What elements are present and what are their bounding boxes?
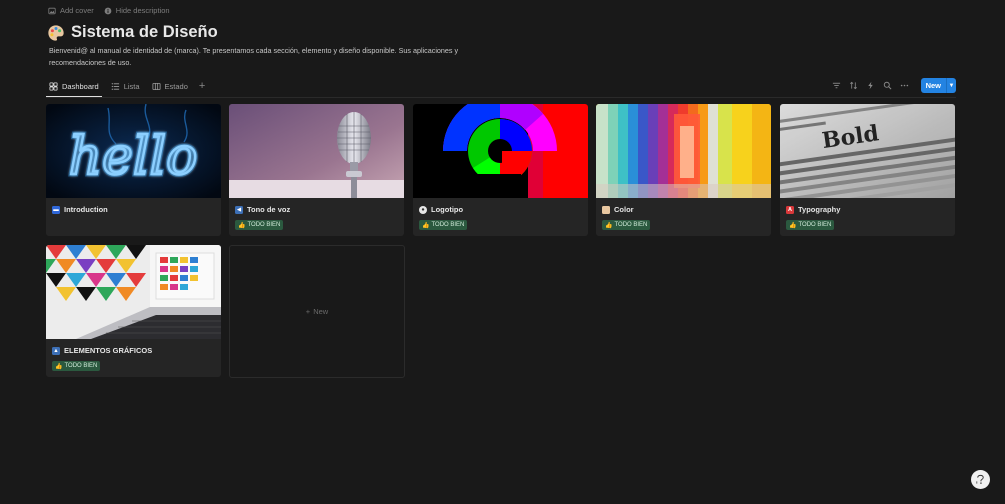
card-title-text: Color [614,205,634,214]
tab-estado-label: Estado [164,81,188,91]
card-title: ● Logotipo [419,205,463,214]
help-icon [976,474,984,484]
chevron-down-icon[interactable]: ▼ [946,78,956,93]
add-cover-button[interactable]: Add cover [48,6,94,15]
document-icon: ▬ [52,205,60,214]
search-icon[interactable] [883,81,892,90]
thumbs-up-icon: 👍 [605,222,613,229]
gallery-card[interactable]: Color 👍 TODO BIEN [596,104,771,236]
new-button-group: New ▼ [920,78,956,93]
info-icon [104,7,112,14]
speaker-icon: ◀ [235,205,243,214]
card-title: ▲ ELEMENTOS GRÁFICOS [52,346,152,355]
thumbs-up-icon: 👍 [789,222,797,229]
grid-icon [49,81,58,91]
view-toolbar: New ▼ [832,78,956,93]
gallery-card[interactable]: ● Logotipo 👍 TODO BIEN [413,104,588,236]
card-cover-image [596,104,771,198]
view-divider [46,97,956,98]
gallery-card[interactable]: hello hello ▬ Introduction [46,104,221,236]
new-card-button[interactable]: + New [229,245,405,378]
card-cover-image: Bold [780,104,955,198]
table-icon [152,82,161,90]
tab-dashboard[interactable]: Dashboard [46,78,102,97]
palette-icon[interactable] [47,24,65,42]
list-icon [111,82,119,90]
card-title-text: Typography [798,205,841,214]
card-title: A Typography [786,205,840,214]
logo-icon: ● [419,205,427,214]
tab-estado[interactable]: Estado [149,78,191,94]
card-title-text: Tono de voz [247,205,291,214]
gallery-card[interactable]: ▲ ELEMENTOS GRÁFICOS 👍 TODO BIEN [46,245,221,377]
type-icon: A [786,205,794,214]
card-cover-image [229,104,404,198]
page-header-actions: Add cover Hide description [48,6,170,15]
page-title-row: Sistema de Diseño [47,23,218,42]
card-title-text: Logotipo [431,205,464,214]
view-tabs-bar: Dashboard Lista Estado + New ▼ [46,78,956,97]
status-badge: 👍 TODO BIEN [52,361,101,371]
tab-dashboard-label: Dashboard [62,81,99,91]
filter-icon[interactable] [832,81,841,90]
card-title-text: Introduction [64,205,108,214]
status-badge: 👍 TODO BIEN [235,220,284,230]
add-view-button[interactable]: + [199,80,205,92]
card-title: ◀ Tono de voz [235,205,290,214]
card-title-text: ELEMENTOS GRÁFICOS [64,346,153,355]
sort-icon[interactable] [849,81,858,90]
card-title: Color [602,205,634,214]
plus-icon: + [305,307,311,316]
new-card-label: New [313,307,329,316]
help-button[interactable] [971,470,990,489]
tab-lista-label: Lista [123,81,140,91]
thumbs-up-icon: 👍 [422,222,430,229]
more-icon[interactable] [900,81,909,90]
new-button[interactable]: New [920,78,946,93]
thumbs-up-icon: 👍 [55,363,63,370]
hide-description-label: Hide description [115,6,170,15]
tab-lista[interactable]: Lista [108,78,143,94]
page-title[interactable]: Sistema de Diseño [71,23,218,42]
card-cover-image: hello hello [46,104,221,198]
card-cover-image [413,104,588,198]
status-badge: 👍 TODO BIEN [419,220,468,230]
card-cover-image [46,245,221,339]
hide-description-button[interactable]: Hide description [104,6,170,15]
status-badge: 👍 TODO BIEN [602,220,651,230]
gallery-card[interactable]: Bold A Typography 👍 TODO BIEN [780,104,955,236]
status-badge: 👍 TODO BIEN [786,220,835,230]
card-title: ▬ Introduction [52,205,108,214]
add-cover-label: Add cover [60,6,94,15]
shapes-icon: ▲ [52,346,60,355]
palette-icon [602,205,610,214]
image-icon [48,7,56,14]
gallery-card[interactable]: ◀ Tono de voz 👍 TODO BIEN [229,104,404,236]
lightning-icon[interactable] [866,81,875,90]
page-description[interactable]: Bienvenid@ al manual de identidad de (ma… [49,45,469,69]
svg-text:hello: hello [69,127,198,187]
thumbs-up-icon: 👍 [238,222,246,229]
